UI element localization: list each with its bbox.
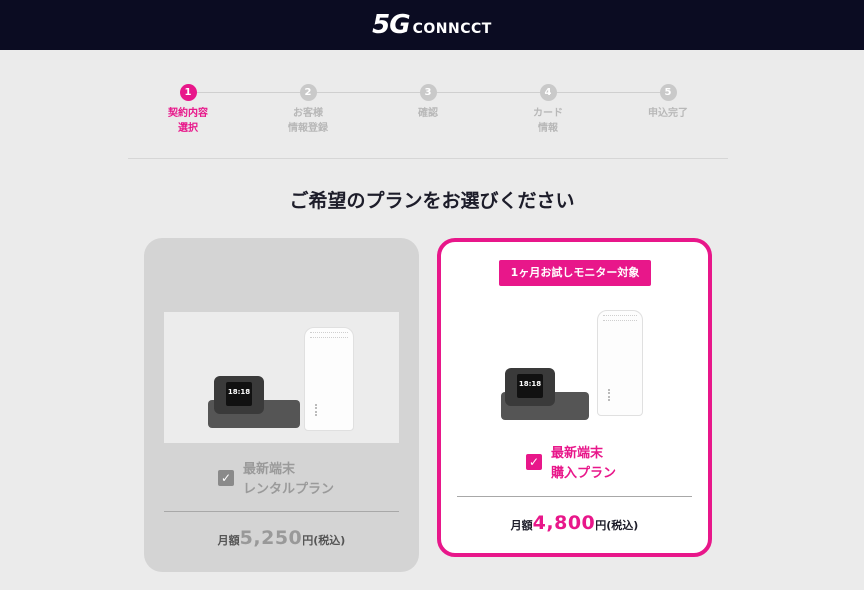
step-3: 3 確認	[368, 84, 488, 121]
home-router-image	[304, 327, 354, 431]
rental-plan-option[interactable]: ✓ 最新端末 レンタルプラン	[218, 460, 334, 500]
purchase-price: 月額4,800円(税込)	[510, 512, 639, 534]
plan-label: 最新端末 レンタルプラン	[243, 462, 335, 497]
header-bar: 5G CONNCCT	[0, 0, 864, 50]
mobile-router-image: 18:18	[214, 376, 264, 414]
device-image: 18:18	[164, 312, 399, 443]
logo-text: CONNCCT	[412, 21, 492, 37]
step-label: カード 情報	[533, 108, 563, 134]
page-title: ご希望のプランをお選びください	[289, 190, 575, 212]
step-5: 5 申込完了	[608, 84, 728, 121]
brand-logo[interactable]: 5G CONNCCT	[372, 10, 492, 40]
checkbox-checked-icon[interactable]: ✓	[218, 470, 234, 486]
step-number: 1	[179, 84, 197, 101]
step-number: 3	[419, 84, 437, 101]
step-number: 5	[659, 84, 677, 101]
trial-badge: 1ヶ月お試しモニター対象	[499, 260, 651, 286]
home-router-image	[597, 310, 643, 416]
logo-5g: 5G	[372, 10, 410, 40]
step-label: お客様 情報登録	[288, 108, 328, 134]
purchase-plan-option[interactable]: ✓ 最新端末 購入プラン	[526, 444, 616, 484]
plan-card-purchase[interactable]: 1ヶ月お試しモニター対象 18:18 ✓ 最新端末 購入プラン 月額4,800円…	[437, 238, 712, 557]
section-divider	[128, 158, 728, 159]
step-label: 確認	[418, 108, 438, 119]
step-number: 4	[539, 84, 557, 101]
step-label: 契約内容 選択	[168, 108, 208, 134]
step-4: 4 カード 情報	[488, 84, 608, 136]
device-image: 18:18	[497, 310, 657, 428]
card-separator	[164, 511, 399, 512]
plan-card-rental[interactable]: 18:18 ✓ 最新端末 レンタルプラン 月額5,250円(税込)	[144, 238, 419, 572]
rental-price: 月額5,250円(税込)	[217, 527, 346, 549]
step-label: 申込完了	[648, 108, 688, 119]
plan-label: 最新端末 購入プラン	[551, 446, 617, 481]
progress-steps: 1 契約内容 選択 2 お客様 情報登録 3 確認 4 カード 情報 5 申込完…	[128, 84, 728, 144]
checkbox-checked-icon[interactable]: ✓	[526, 454, 542, 470]
mobile-router-image: 18:18	[505, 368, 555, 406]
step-number: 2	[299, 84, 317, 101]
card-separator	[457, 496, 692, 497]
step-2: 2 お客様 情報登録	[248, 84, 368, 136]
step-1: 1 契約内容 選択	[128, 84, 248, 136]
